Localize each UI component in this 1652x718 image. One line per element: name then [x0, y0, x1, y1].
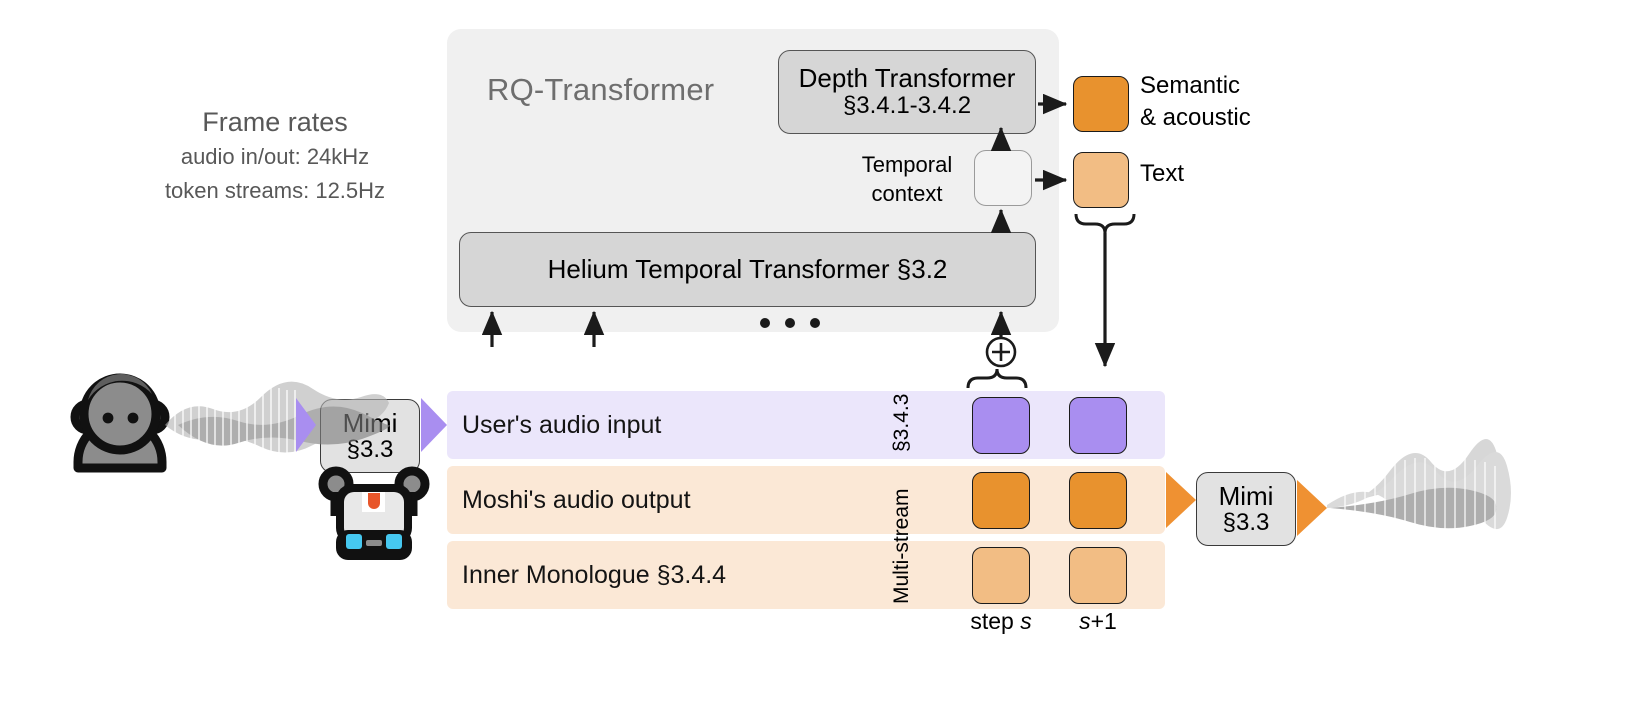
semantic-label-line2: & acoustic: [1140, 104, 1251, 131]
mimi-decoder-name: Mimi: [1218, 480, 1274, 511]
output-label-text: Text: [1140, 160, 1185, 187]
step-suffix: +1: [1090, 608, 1117, 634]
plus-circle-icon: [985, 336, 1017, 368]
purple-arrow-into-mimi: [296, 398, 316, 452]
mimi-encoder-section: §3.3: [346, 436, 394, 464]
step-variable-next: s: [1079, 608, 1091, 634]
token-moshi-step-s: [972, 472, 1030, 529]
depth-transformer-name: Depth Transformer: [798, 63, 1016, 93]
output-token-text: [1073, 152, 1129, 208]
output-brace: [1074, 213, 1136, 234]
stream-row-moshi-audio-output: Moshi's audio output: [447, 466, 1165, 534]
step-tokens-brace: [966, 368, 1028, 389]
token-inner-step-s-plus-1: [1069, 547, 1127, 604]
depth-transformer-box: Depth Transformer §3.4.1-3.4.2: [778, 50, 1036, 134]
frame-rates-audio-line: audio in/out: 24kHz: [180, 144, 370, 169]
frame-rates-token-line: token streams: 12.5Hz: [164, 178, 386, 203]
stream-row-label: User's audio input: [462, 410, 662, 439]
stream-row-label: Inner Monologue §3.4.4: [462, 560, 727, 589]
step-word: step: [970, 608, 1021, 634]
token-inner-step-s: [972, 547, 1030, 604]
step-variable: s: [1020, 608, 1032, 634]
rq-transformer-label: RQ-Transformer: [487, 72, 715, 107]
temporal-context-label-line2: context: [871, 181, 943, 206]
user-avatar-icon: [70, 373, 170, 473]
token-moshi-step-s-plus-1: [1069, 472, 1127, 529]
figure-canvas: Frame rates audio in/out: 24kHz token st…: [0, 0, 1652, 718]
orange-arrow-to-mimi-decoder: [1166, 472, 1196, 528]
depth-transformer-section: §3.4.1-3.4.2: [842, 92, 972, 120]
stream-row-label: Moshi's audio output: [462, 485, 691, 514]
mimi-encoder-box: Mimi §3.3: [320, 399, 420, 473]
temporal-context-box: [974, 150, 1032, 206]
multi-stream-section-label: §3.4.3: [890, 393, 913, 452]
step-label-next: s+1: [1057, 608, 1139, 635]
step-label-current: step s: [960, 608, 1042, 635]
purple-arrow-into-user-row: [421, 398, 447, 452]
mimi-decoder-box: Mimi §3.3: [1196, 472, 1296, 546]
stream-row-user-audio-input: User's audio input: [447, 391, 1165, 459]
temporal-context-label-line1: Temporal: [861, 152, 953, 177]
moshi-robot-icon: [318, 466, 430, 560]
frame-rates-heading: Frame rates: [202, 107, 348, 137]
semantic-label-line1: Semantic: [1140, 72, 1241, 99]
output-token-semantic-acoustic: [1073, 76, 1129, 132]
frame-rates-block: Frame rates audio in/out: 24kHz token st…: [120, 104, 430, 208]
multi-stream-label: Multi-stream: [890, 488, 913, 604]
stream-row-inner-monologue: Inner Monologue §3.4.4: [447, 541, 1165, 609]
helium-transformer-name: Helium Temporal Transformer §3.2: [547, 254, 948, 284]
mimi-decoder-section: §3.3: [1222, 509, 1270, 537]
token-user-step-s-plus-1: [1069, 397, 1127, 454]
output-label-semantic-acoustic: Semantic & acoustic: [1140, 70, 1370, 134]
token-user-step-s: [972, 397, 1030, 454]
helium-temporal-transformer-box: Helium Temporal Transformer §3.2: [459, 232, 1036, 307]
temporal-context-label: Temporal context: [848, 150, 966, 208]
orange-arrow-to-output-waveform: [1297, 480, 1327, 536]
output-waveform-icon: [1327, 439, 1511, 560]
mimi-encoder-name: Mimi: [342, 407, 398, 438]
